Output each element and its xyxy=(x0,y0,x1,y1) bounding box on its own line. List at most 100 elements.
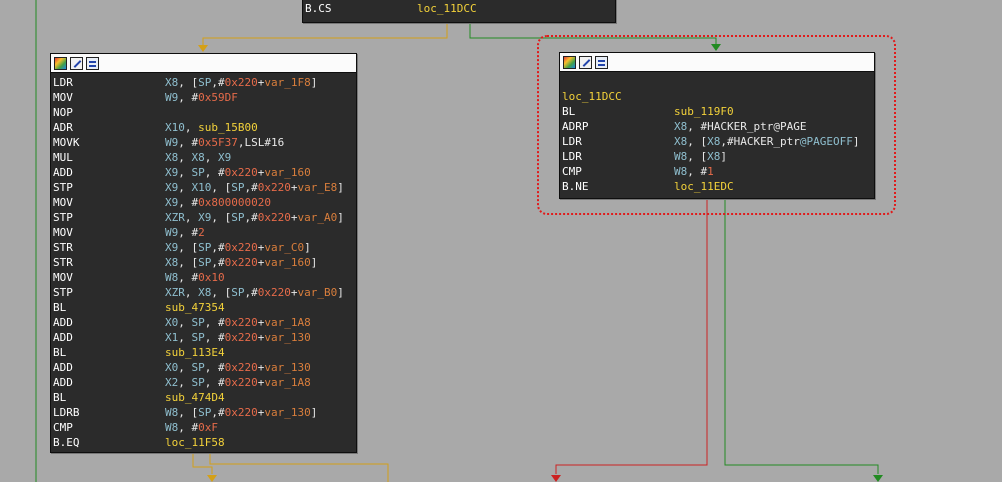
operands: X1, SP, #0x220+var_130 xyxy=(165,330,311,345)
operand-token[interactable]: sub_474D4 xyxy=(165,391,225,404)
operand-token: 0x220 xyxy=(257,181,291,194)
operands: X0, SP, #0x220+var_130 xyxy=(165,360,311,375)
color-palette-icon[interactable] xyxy=(54,56,67,70)
operand-token: var_130 xyxy=(264,331,311,344)
code-line[interactable]: MOV W9, #2 xyxy=(53,225,356,240)
operands: X9, #0x800000020 xyxy=(165,195,271,210)
mnemonic: ADD xyxy=(53,166,73,179)
operands: X8, X8, X9 xyxy=(165,150,231,165)
code-line[interactable]: STP XZR, X9, [SP,#0x220+var_A0] xyxy=(53,210,356,225)
edit-pen-icon[interactable] xyxy=(70,56,83,70)
code-line[interactable]: ADD X2, SP, #0x220+var_1A8 xyxy=(53,375,356,390)
operand-token: W8 xyxy=(165,406,179,419)
edge-right-true xyxy=(724,198,879,474)
operand-token: ,# xyxy=(244,181,258,194)
operand-token: 0x220 xyxy=(224,76,258,89)
operand-token: , xyxy=(204,151,218,164)
operand-token: X8 xyxy=(165,256,179,269)
code-line[interactable]: STR X9, [SP,#0x220+var_C0] xyxy=(53,240,356,255)
code-block-top[interactable]: B.CS loc_11DCC xyxy=(302,0,616,23)
graph-view-icon[interactable] xyxy=(86,56,99,70)
code-line[interactable]: STP XZR, X8, [SP,#0x220+var_B0] xyxy=(53,285,356,300)
code-line[interactable]: BL sub_47354 xyxy=(53,300,356,315)
operand-token: 0x220 xyxy=(224,331,258,344)
edge-right-false xyxy=(555,198,708,474)
mnemonic: LDRB xyxy=(53,406,80,419)
operand-token: 0x220 xyxy=(224,166,258,179)
operand-token: X2 xyxy=(165,376,179,389)
operands: sub_474D4 xyxy=(165,390,225,405)
code-line[interactable]: B.CS loc_11DCC xyxy=(305,1,615,16)
operand-token: , xyxy=(184,286,199,299)
operand-token: ,LSL#16 xyxy=(237,136,285,149)
operand-token: , xyxy=(178,166,192,179)
code-line[interactable]: ADD X1, SP, #0x220+var_130 xyxy=(53,330,356,345)
code-lines: LDR X8, [SP,#0x220+var_1F8] MOV W9, #0x59DF… xyxy=(51,73,356,450)
operands: W8, [SP,#0x220+var_130] xyxy=(165,405,317,420)
arrow-right-true xyxy=(873,475,883,482)
code-line[interactable]: MOVK W9, #0x5F37,LSL#16 xyxy=(53,135,356,150)
operand-token: SP xyxy=(191,376,205,389)
code-line[interactable]: NOP xyxy=(53,105,356,120)
mnemonic: ADR xyxy=(53,121,73,134)
operand-token: + xyxy=(290,211,298,224)
code-line[interactable]: BL sub_474D4 xyxy=(53,390,356,405)
code-line[interactable]: ADD X0, SP, #0x220+var_130 xyxy=(53,360,356,375)
code-line[interactable]: BL sub_113E4 xyxy=(53,345,356,360)
operand-token: X9 xyxy=(165,196,179,209)
operands: X2, SP, #0x220+var_1A8 xyxy=(165,375,311,390)
operand-token[interactable]: sub_15B00 xyxy=(198,121,258,134)
operand-token: X8 xyxy=(165,151,179,164)
operand-token: ] xyxy=(337,181,344,194)
code-line[interactable]: LDRB W8, [SP,#0x220+var_130] xyxy=(53,405,356,420)
mnemonic: ADD xyxy=(53,376,73,389)
operand-token: 0x10 xyxy=(198,271,225,284)
operand-token: , [ xyxy=(178,241,199,254)
operand-token: X8 xyxy=(165,76,179,89)
operand-token: 2 xyxy=(198,226,205,239)
operand-token[interactable]: sub_113E4 xyxy=(165,346,225,359)
operand-token: , # xyxy=(204,316,225,329)
operand-token: SP xyxy=(191,316,205,329)
code-line[interactable]: MOV W8, #0x10 xyxy=(53,270,356,285)
mnemonic: BL xyxy=(53,346,67,359)
operand-token: X0 xyxy=(165,316,179,329)
code-line[interactable]: MOV W9, #0x59DF xyxy=(53,90,356,105)
code-line[interactable]: ADD X9, SP, #0x220+var_160 xyxy=(53,165,356,180)
code-line[interactable]: B.EQ loc_11F58 xyxy=(53,435,356,450)
operand-token: 0x220 xyxy=(224,316,258,329)
operand-token: ] xyxy=(337,211,344,224)
code-line[interactable]: STR X8, [SP,#0x220+var_160] xyxy=(53,255,356,270)
code-line[interactable]: CMP W8, #0xF xyxy=(53,420,356,435)
code-line[interactable]: MOV X9, #0x800000020 xyxy=(53,195,356,210)
edge-left-out-b xyxy=(209,453,389,482)
operand-token[interactable]: loc_11F58 xyxy=(165,436,225,449)
mnemonic: MOV xyxy=(53,196,73,209)
operand-token: , [ xyxy=(211,286,232,299)
code-line[interactable]: STP X9, X10, [SP,#0x220+var_E8] xyxy=(53,180,356,195)
operand-token[interactable]: sub_47354 xyxy=(165,301,225,314)
operand-token[interactable]: loc_11DCC xyxy=(417,2,477,15)
operand-token: + xyxy=(290,181,298,194)
operands: X9, X10, [SP,#0x220+var_E8] xyxy=(165,180,344,195)
operand-token: SP xyxy=(198,406,212,419)
block-header xyxy=(51,54,356,73)
code-line[interactable]: MUL X8, X8, X9 xyxy=(53,150,356,165)
operand-token: ] xyxy=(310,406,318,419)
mnemonic: BL xyxy=(53,301,67,314)
operand-token: X0 xyxy=(165,361,179,374)
edge-top-to-left xyxy=(202,22,448,48)
operand-token: , [ xyxy=(178,406,199,419)
mnemonic: B.EQ xyxy=(53,436,80,449)
operand-token: SP xyxy=(191,166,205,179)
operand-token: var_A0 xyxy=(297,211,338,224)
operand-token: SP xyxy=(231,181,245,194)
operand-token: , # xyxy=(204,166,225,179)
code-line[interactable]: LDR X8, [SP,#0x220+var_1F8] xyxy=(53,75,356,90)
operand-token: var_160 xyxy=(264,166,311,179)
operand-token: var_1A8 xyxy=(264,316,311,329)
operand-token: W8 xyxy=(165,271,179,284)
code-line[interactable]: ADR X10, sub_15B00 xyxy=(53,120,356,135)
code-line[interactable]: ADD X0, SP, #0x220+var_1A8 xyxy=(53,315,356,330)
code-block-left[interactable]: LDR X8, [SP,#0x220+var_1F8] MOV W9, #0x59DF… xyxy=(50,53,357,453)
